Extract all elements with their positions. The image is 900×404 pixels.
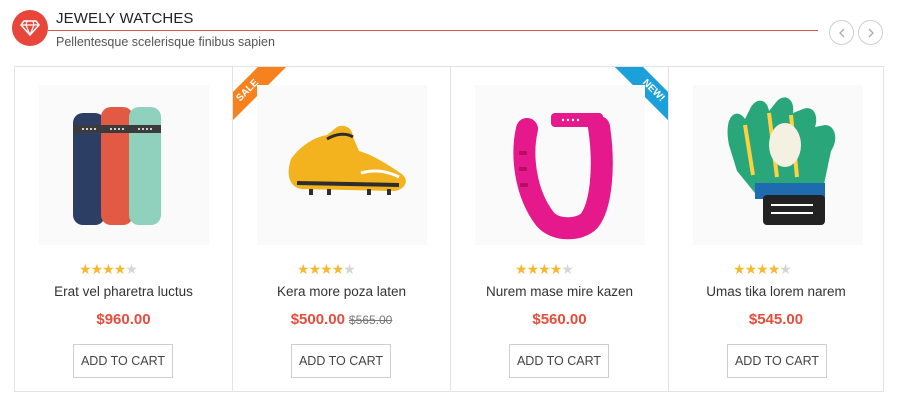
product-price: $560.00 bbox=[532, 311, 587, 328]
product-old-price: $565.00 bbox=[348, 313, 393, 327]
star-empty-icon: ★ bbox=[343, 261, 356, 277]
star-icon: ★ bbox=[767, 261, 781, 277]
carousel-prev-button[interactable] bbox=[829, 20, 854, 45]
rating-stars: ★★★★★ bbox=[515, 261, 574, 278]
carousel-next-button[interactable] bbox=[858, 20, 883, 45]
gem-icon bbox=[12, 10, 48, 46]
add-to-cart-button[interactable]: ADD TO CART bbox=[509, 344, 609, 378]
product-card: NEW! ★★★★★ Nurem mase mire kazen $560.00… bbox=[451, 67, 669, 391]
star-empty-icon: ★ bbox=[125, 261, 138, 277]
product-name[interactable]: Erat vel pharetra luctus bbox=[15, 284, 232, 299]
product-price: $960.00 bbox=[96, 311, 151, 328]
chevron-right-icon bbox=[868, 28, 874, 37]
star-icon: ★ bbox=[308, 261, 322, 277]
star-icon: ★ bbox=[320, 261, 333, 277]
football-boot-image[interactable] bbox=[257, 85, 427, 245]
product-name[interactable]: Nurem mase mire kazen bbox=[451, 284, 668, 299]
price-row: $960.00 bbox=[15, 311, 232, 329]
fitness-band-set-image[interactable] bbox=[39, 85, 209, 245]
rating-stars: ★★★★★ bbox=[733, 261, 792, 278]
price-row: $560.00 bbox=[451, 311, 668, 329]
add-to-cart-button[interactable]: ADD TO CART bbox=[291, 344, 391, 378]
star-icon: ★ bbox=[744, 261, 758, 277]
price-row: $545.00 bbox=[669, 311, 883, 329]
star-empty-icon: ★ bbox=[779, 261, 792, 277]
star-icon: ★ bbox=[102, 261, 115, 277]
star-icon: ★ bbox=[526, 261, 540, 277]
star-icon: ★ bbox=[538, 261, 551, 277]
price-row: $500.00 $565.00 bbox=[233, 311, 450, 329]
add-to-cart-button[interactable]: ADD TO CART bbox=[73, 344, 173, 378]
product-card: SALE ★★★★★ Kera more poza laten $500.00 $… bbox=[233, 67, 451, 391]
section-title: JEWELY WATCHES bbox=[56, 10, 194, 27]
add-to-cart-button[interactable]: ADD TO CART bbox=[727, 344, 827, 378]
product-price: $500.00 bbox=[290, 311, 345, 328]
title-divider bbox=[48, 30, 818, 31]
star-icon: ★ bbox=[549, 261, 563, 277]
star-icon: ★ bbox=[113, 261, 127, 277]
product-grid: ★★★★★ Erat vel pharetra luctus $960.00 A… bbox=[14, 66, 884, 392]
star-icon: ★ bbox=[331, 261, 345, 277]
star-icon: ★ bbox=[79, 261, 92, 277]
rating-stars: ★★★★★ bbox=[79, 261, 138, 278]
rating-stars: ★★★★★ bbox=[297, 261, 356, 278]
star-icon: ★ bbox=[756, 261, 769, 277]
star-empty-icon: ★ bbox=[561, 261, 574, 277]
star-icon: ★ bbox=[90, 261, 104, 277]
chevron-left-icon bbox=[838, 28, 844, 37]
pink-fitness-band-image[interactable] bbox=[475, 85, 645, 245]
product-name[interactable]: Umas tika lorem narem bbox=[669, 284, 883, 299]
product-name[interactable]: Kera more poza laten bbox=[233, 284, 450, 299]
product-card: ★★★★★ Erat vel pharetra luctus $960.00 A… bbox=[15, 67, 233, 391]
product-price: $545.00 bbox=[748, 311, 804, 328]
star-icon: ★ bbox=[297, 261, 310, 277]
section-subtitle: Pellentesque scelerisque finibus sapien bbox=[56, 35, 275, 49]
product-card: ★★★★★ Umas tika lorem narem $545.00 ADD … bbox=[669, 67, 883, 391]
section-header: JEWELY WATCHES Pellentesque scelerisque … bbox=[0, 0, 900, 60]
star-icon: ★ bbox=[515, 261, 528, 277]
goalkeeper-glove-image[interactable] bbox=[693, 85, 863, 245]
star-icon: ★ bbox=[733, 261, 746, 277]
